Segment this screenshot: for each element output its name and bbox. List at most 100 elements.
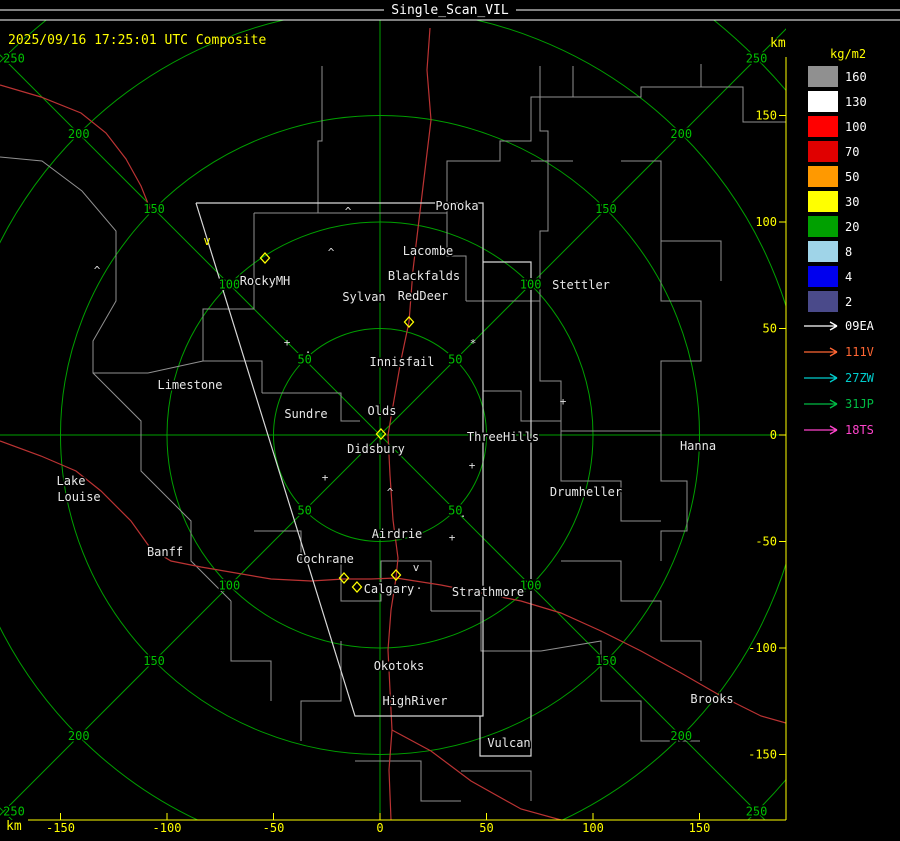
- legend-arrow-27ZW: [804, 373, 838, 383]
- city-label-cochrane: Cochrane: [296, 552, 354, 566]
- legend-arrow-111V: [804, 347, 838, 357]
- x-axis-tick-label: 0: [376, 821, 383, 835]
- x-axis-tick-label: -150: [46, 821, 75, 835]
- colorbar-unit-label: kg/m2: [830, 47, 867, 61]
- colorbar-value-160: 160: [845, 70, 867, 84]
- range-label-200km: 200: [68, 127, 90, 141]
- colorbar-value-30: 30: [845, 195, 859, 209]
- y-axis-tick-label: 100: [755, 215, 777, 229]
- legend-site-id-09EA: 09EA: [845, 319, 875, 333]
- county-boundary: [539, 66, 549, 301]
- city-label-ponoka: Ponoka: [435, 199, 478, 213]
- city-label-calgary: Calgary: [364, 582, 415, 596]
- map-symbol: .: [305, 343, 312, 356]
- city-label-rockymh: RockyMH: [240, 274, 291, 288]
- legend-site-id-31JP: 31JP: [845, 397, 874, 411]
- city-label-strathmore: Strathmore: [452, 585, 524, 599]
- city-label-vulcan: Vulcan: [487, 736, 530, 750]
- city-label-didsbury: Didsbury: [347, 442, 405, 456]
- range-label-100km: 100: [219, 277, 241, 291]
- city-label-okotoks: Okotoks: [374, 659, 425, 673]
- x-axis-tick-label: -50: [263, 821, 285, 835]
- county-boundary: [92, 372, 232, 602]
- county-boundary: [539, 301, 562, 431]
- city-label-brooks: Brooks: [690, 692, 733, 706]
- county-boundary: [254, 530, 302, 561]
- range-label-200km: 200: [670, 127, 692, 141]
- colorbar-swatch-4: [808, 266, 838, 287]
- x-axis-tick-label: 150: [689, 821, 711, 835]
- colorbar-swatch-70: [808, 141, 838, 162]
- colorbar-value-2: 2: [845, 295, 852, 309]
- city-label-louise: Louise: [57, 490, 100, 504]
- range-label-150km: 150: [143, 202, 165, 216]
- city-label-olds: Olds: [368, 404, 397, 418]
- map-symbol: v: [413, 561, 420, 574]
- colorbar-swatch-100: [808, 116, 838, 137]
- colorbar-swatch-30: [808, 191, 838, 212]
- colorbar: 160 130 100 70 50 30 20 8 4 2: [808, 66, 867, 312]
- range-label-100km: 100: [520, 277, 542, 291]
- colorbar-swatch-50: [808, 166, 838, 187]
- range-label-150km: 150: [595, 202, 617, 216]
- colorbar-swatch-130: [808, 91, 838, 112]
- county-boundary: [147, 360, 204, 374]
- range-label-150km: 150: [595, 654, 617, 668]
- map-symbol: ^: [387, 486, 394, 499]
- map-symbol: .: [460, 507, 467, 520]
- city-label-airdrie: Airdrie: [372, 527, 423, 541]
- range-label-250km: 250: [3, 805, 25, 819]
- plot-area: 50 5050 50100 100100 100150 150150 150200 20020…: [0, 20, 786, 820]
- range-label-50km: 50: [448, 353, 462, 367]
- range-label-100km: 100: [219, 579, 241, 593]
- city-label-drumheller: Drumheller: [550, 485, 622, 499]
- site-diamond-marker: [351, 581, 363, 593]
- y-axis-tick-label: 0: [770, 428, 777, 442]
- map-symbol: +: [284, 336, 291, 349]
- map-symbol: ^: [345, 205, 352, 218]
- colorbar-value-4: 4: [845, 270, 852, 284]
- scan-timestamp: 2025/09/16 17:25:01 UTC Composite: [8, 33, 267, 48]
- colorbar-value-70: 70: [845, 145, 859, 159]
- colorbar-swatch-20: [808, 216, 838, 237]
- y-axis-tick-label: -50: [755, 535, 777, 549]
- county-boundary: [560, 431, 661, 522]
- city-label-lacombe: Lacombe: [403, 244, 454, 258]
- colorbar-value-100: 100: [845, 120, 867, 134]
- x-axis-tick-label: -100: [153, 821, 182, 835]
- y-axis-tick-label: 150: [755, 109, 777, 123]
- county-boundary: [446, 66, 574, 213]
- legend-arrow-09EA: [804, 321, 838, 331]
- radar-map-svg: 50 5050 50100 100100 100150 150150 150200 20020…: [0, 9, 900, 835]
- colorbar-value-20: 20: [845, 220, 859, 234]
- city-label-reddeer: RedDeer: [398, 289, 449, 303]
- y-axis-unit-label: km: [770, 36, 786, 51]
- county-boundary: [483, 390, 561, 422]
- county-boundary: [561, 560, 702, 681]
- city-label-highriver: HighRiver: [382, 694, 447, 708]
- radial-line-135deg: [0, 54, 381, 436]
- county-boundary: [355, 760, 461, 802]
- map-symbols: ^ ^ ^ ^ + + + + + *... v v: [94, 205, 567, 592]
- city-label-stettler: Stettler: [552, 278, 610, 292]
- range-rings: [0, 20, 786, 820]
- range-label-250km: 250: [746, 51, 768, 65]
- county-boundary: [300, 641, 342, 741]
- map-symbol: ^: [94, 264, 101, 277]
- x-axis-tick-label: 100: [582, 821, 604, 835]
- legend-site-id-111V: 111V: [845, 345, 874, 359]
- county-boundary: [660, 241, 702, 431]
- range-label-200km: 200: [670, 729, 692, 743]
- city-label-sundre: Sundre: [284, 407, 327, 421]
- highway: [0, 84, 152, 212]
- county-boundary: [230, 601, 272, 701]
- colorbar-swatch-160: [808, 66, 838, 87]
- y-axis-tick-label: 50: [763, 322, 777, 336]
- map-symbol: +: [469, 459, 476, 472]
- county-boundary: [431, 610, 541, 652]
- city-label-threehills: ThreeHills: [467, 430, 539, 444]
- range-ring-250km: [0, 20, 786, 820]
- colorbar-swatch-2: [808, 291, 838, 312]
- legend-arrow-31JP: [804, 399, 838, 409]
- city-label-limestone: Limestone: [157, 378, 222, 392]
